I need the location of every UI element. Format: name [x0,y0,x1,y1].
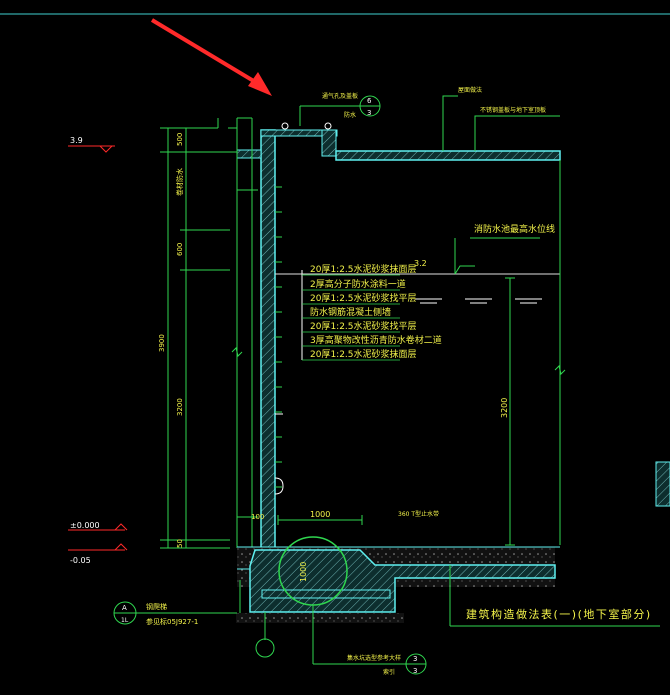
bottom-pit-label: 集水坑选型参考大样 [347,654,401,662]
top-right-label-b: 不锈钢盖板与地下室顶板 [480,106,546,114]
layer-list: 20厚1:2.5水泥砂浆抹面层 2厚高分子防水涂料一道 20厚1:2.5水泥砂浆… [310,263,442,360]
top-cap-circles [281,122,332,130]
elevation-marker-minus: -0.05 [68,543,128,565]
wall-tick-marks [275,186,282,488]
top-callout-den: 3 [367,109,371,117]
top-callout-num: 6 [367,97,372,105]
elevation-top-text: 3.9 [70,136,83,145]
top-right-leaders [442,95,560,151]
table-caption: 建筑构造做法表(一)(地下室部分) [466,607,652,621]
elevation-zero-text: ±0.000 [70,521,100,530]
layer-item: 20厚1:2.5水泥砂浆抹面层 [310,348,417,360]
dim-vert-label: 卷材防水 [175,168,184,196]
layer-item: 20厚1:2.5水泥砂浆抹面层 [310,263,417,275]
elevation-marker-zero: ±0.000 [68,521,128,531]
dim-500: 500 [176,133,184,146]
left-callout-top: A [122,604,127,612]
top-callout: 6 3 [299,95,381,126]
left-outline [228,117,258,548]
layer-item: 3厚高聚物改性沥青防水卷材二道 [310,334,442,346]
left-callout-bottom: 1L [121,617,129,624]
left-dimension-chain [160,118,230,549]
bottom-callout-den: 3 [413,667,417,675]
bottom-callout-num: 3 [413,655,417,663]
left-small-100: 100 [251,513,264,521]
layer-item: 防水钢筋混凝土侧墙 [310,306,391,318]
red-arrow-icon [150,18,272,96]
elevation-marker-top: 3.9 [68,136,115,153]
layer-item: 20厚1:2.5水泥砂浆找平层 [310,292,417,304]
left-detail-name: 钢爬梯 [146,602,167,611]
pit-dimension: 1000 [299,562,308,582]
left-detail-ref: 参见标05J927-1 [146,617,198,626]
drawing-canvas: 1000 3.2 消防水池最高水位线 20厚1:2.5水泥砂浆抹面层 2厚高分子… [0,13,670,676]
dim-3900: 3900 [158,334,166,352]
layer-item: 20厚1:2.5水泥砂浆找平层 [310,320,417,332]
ladder-rungs [274,413,284,495]
right-height-dim: 3200 [500,398,509,418]
bottom-width-dim: 1000 [310,510,330,519]
right-edge-fragment [655,461,670,507]
dim-50: 50 [176,539,184,548]
right-dimension [505,160,561,546]
bottom-pit-sub: 索引 [383,668,395,676]
elevation-minus-text: -0.05 [70,556,91,565]
top-left-small: 防水 [344,111,356,119]
top-small-label: 通气孔及盖板 [322,92,358,100]
dim-600: 600 [176,243,184,256]
dim-3200: 3200 [176,398,184,416]
water-level-label: 消防水池最高水位线 [474,223,555,235]
top-right-label-a: 屋面做法 [458,86,482,94]
layer-item: 2厚高分子防水涂料一道 [310,278,406,290]
bottom-mid-note: 360 T型止水带 [398,510,439,518]
